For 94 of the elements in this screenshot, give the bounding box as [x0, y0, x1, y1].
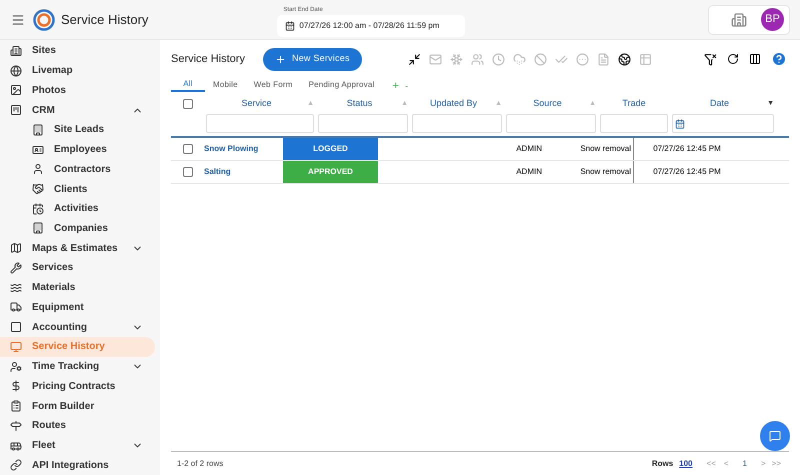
column-header[interactable]: Service [206, 97, 308, 111]
clipboard-icon [10, 400, 22, 412]
new-services-button[interactable]: New Services [262, 48, 362, 70]
monitor-icon [10, 340, 22, 353]
sidebar-item[interactable]: Photos [0, 80, 155, 100]
map-icon [10, 242, 22, 254]
board-icon [10, 104, 22, 116]
sidebar-item[interactable]: Pricing Contracts [0, 376, 155, 396]
table-cell: ADMIN [516, 166, 542, 178]
square-icon [10, 321, 22, 334]
status-badge: APPROVED [283, 161, 378, 183]
sidebar-item[interactable]: API Integrations [0, 455, 155, 475]
chat-button[interactable] [760, 421, 790, 451]
sidebar-subitem[interactable]: Companies [0, 218, 155, 238]
person-icon [32, 163, 44, 176]
page-number[interactable]: 1 [742, 458, 747, 470]
sidebar-item[interactable]: Livemap [0, 60, 155, 80]
row-checkbox[interactable] [182, 167, 192, 177]
bus-icon [10, 440, 22, 452]
clear-filter-icon[interactable] [704, 52, 717, 66]
building-icon [10, 44, 22, 57]
column-header[interactable]: Updated By [412, 97, 496, 111]
column-filter-field[interactable] [506, 114, 596, 133]
sidebar-item[interactable]: Form Builder [0, 396, 155, 416]
signpost-icon [10, 420, 22, 432]
building-icon[interactable] [731, 12, 747, 28]
calendar-icon[interactable] [675, 118, 685, 128]
link-icon [10, 459, 22, 472]
table-cell: ADMIN [516, 143, 542, 155]
column-filter-field[interactable] [672, 114, 774, 133]
sidebar-item[interactable]: Accounting [0, 317, 155, 338]
logo-icon [33, 8, 55, 30]
calendar-clock-icon [32, 202, 44, 215]
truck-icon [10, 301, 22, 314]
building-icon [32, 222, 44, 234]
dollar-icon [10, 380, 22, 392]
column-filter-field[interactable] [318, 114, 408, 133]
sidebar-subitem[interactable]: Clients [0, 179, 155, 199]
sidebar-item[interactable]: Fleet [0, 436, 155, 456]
status-badge: LOGGED [283, 138, 378, 160]
date-range-field[interactable]: 07/27/26 12:00 am - 07/28/26 11:59 pm [277, 15, 466, 37]
table-cell: 07/27/26 12:45 PM [653, 143, 721, 155]
column-filter-field[interactable] [206, 114, 314, 133]
rows-per-page-link[interactable]: 100 [679, 458, 693, 470]
table-cell: Snow removal [580, 143, 631, 155]
app-title: Service History [61, 10, 148, 29]
sidebar-item[interactable]: CRM [0, 100, 155, 120]
collapse-icon[interactable] [408, 52, 421, 66]
row-checkbox[interactable] [182, 144, 192, 154]
column-header[interactable]: Status [318, 97, 402, 111]
column-header[interactable]: Trade [600, 97, 668, 111]
rows-label: Rows [652, 458, 674, 470]
refresh-icon[interactable] [727, 53, 739, 65]
sidebar-subitem[interactable]: Employees [0, 140, 155, 160]
sidebar-item[interactable]: Materials [0, 278, 155, 298]
column-filter-field[interactable] [600, 114, 668, 133]
column-header[interactable]: Date [672, 97, 768, 111]
row-count: 1-2 of 2 rows [177, 458, 224, 470]
filter-tab[interactable]: Web Form [246, 77, 301, 92]
handshake-icon [32, 183, 44, 195]
sidebar-subitem[interactable]: Activities [0, 198, 155, 219]
sidebar-subitem[interactable]: Contractors [0, 159, 155, 180]
column-filter-field[interactable] [412, 114, 502, 133]
sidebar-item[interactable]: Equipment [0, 298, 155, 318]
service-link[interactable]: Salting [204, 166, 231, 178]
sidebar-item[interactable]: Routes [0, 416, 155, 436]
waves-icon [10, 282, 22, 294]
image-icon [10, 84, 22, 96]
chat-icon [769, 430, 781, 442]
service-link[interactable]: Snow Plowing [204, 143, 258, 155]
filter-tab[interactable]: Pending Approval [300, 77, 382, 92]
help-icon[interactable] [771, 51, 787, 67]
column-header[interactable]: Source [506, 97, 590, 111]
avatar[interactable]: BP [761, 8, 784, 31]
id-card-icon [32, 144, 44, 156]
building-icon [32, 124, 44, 136]
sidebar-item[interactable]: Time Tracking [0, 356, 155, 376]
plus-icon [274, 54, 286, 64]
select-all-checkbox[interactable] [182, 99, 192, 109]
filter-tab[interactable]: All [171, 77, 205, 92]
globe-icon[interactable] [618, 52, 631, 66]
sidebar-item[interactable]: Maps & Estimates [0, 238, 155, 258]
filter-tab[interactable]: Mobile [205, 77, 246, 92]
table-cell: 07/27/26 12:45 PM [653, 166, 721, 178]
sidebar-item[interactable]: Sites [0, 41, 155, 61]
calendar-icon [285, 21, 296, 31]
table-cell: Snow removal [580, 166, 631, 178]
columns-icon[interactable] [749, 53, 761, 65]
panel-title: Service History [171, 52, 245, 67]
wrench-icon [10, 262, 22, 274]
menu-icon[interactable] [11, 12, 25, 26]
sidebar-item[interactable]: Services [0, 258, 155, 278]
sidebar-subitem[interactable]: Site Leads [0, 120, 155, 140]
globe-icon [10, 64, 22, 77]
